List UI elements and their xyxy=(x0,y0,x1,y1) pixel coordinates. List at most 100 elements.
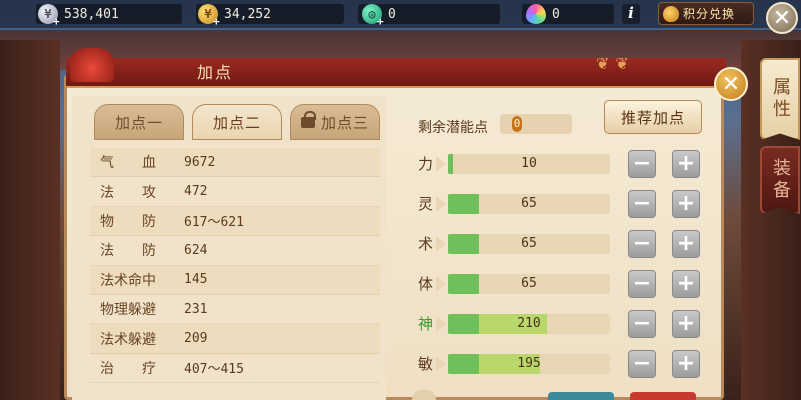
tab-plan-3-label: 加点三 xyxy=(320,113,369,132)
silver-amount: 538,401 xyxy=(64,6,119,22)
stat-label: 法术躲避 xyxy=(100,331,156,348)
tab-plan-2[interactable]: 加点二 xyxy=(192,104,282,140)
stat-label: 物理躲避 xyxy=(100,302,156,319)
attr-value: 65 xyxy=(521,196,537,211)
side-tab-equipment[interactable]: 装备 xyxy=(760,146,800,214)
remaining-points-label: 剩余潜能点 xyxy=(418,120,488,136)
tab-plan-2-label: 加点二 xyxy=(212,113,261,132)
decrease-magic-button[interactable]: − xyxy=(628,230,656,258)
gold-currency[interactable]: ¥ + 34,252 xyxy=(198,3,271,28)
decrease-agility-button[interactable]: − xyxy=(628,350,656,378)
side-tab-attributes[interactable]: 属性 xyxy=(760,58,800,140)
tab-plan-1-label: 加点一 xyxy=(114,113,163,132)
stat-value: 145 xyxy=(184,272,208,288)
recommend-points-button[interactable]: 推荐加点 xyxy=(604,100,702,134)
plus-icon: + xyxy=(676,191,696,216)
add-gold-icon: + xyxy=(213,15,220,28)
attr-name: 敏 xyxy=(412,352,446,376)
tab-plan-3[interactable]: 加点三 xyxy=(290,104,380,140)
decrease-strength-button[interactable]: − xyxy=(628,150,656,178)
attr-name: 体 xyxy=(412,272,446,296)
increase-agility-button[interactable]: + xyxy=(672,350,700,378)
increase-spirit-button[interactable]: + xyxy=(672,190,700,218)
increase-magic-button[interactable]: + xyxy=(672,230,700,258)
stat-label: 法术命中 xyxy=(100,272,156,289)
decrease-spirit-button[interactable]: − xyxy=(628,190,656,218)
minus-icon: − xyxy=(632,191,652,216)
stat-row-magic-defense: 法 防 624 xyxy=(90,236,380,266)
stat-value: 209 xyxy=(184,331,208,347)
plus-icon: + xyxy=(676,151,696,176)
points-exchange-label: 积分兑换 xyxy=(683,7,736,21)
stat-row-hp: 气 血 9672 xyxy=(90,148,380,178)
attr-row-soul: 神 210 − + xyxy=(412,310,712,338)
attr-bar: 10 xyxy=(448,154,610,174)
plus-icon: + xyxy=(676,271,696,296)
attr-value: 210 xyxy=(517,316,541,331)
attr-name: 神 xyxy=(412,312,446,336)
stat-row-magic-dodge: 法术躲避 209 xyxy=(90,324,380,354)
minus-icon: − xyxy=(632,311,652,336)
stat-label: 法 防 xyxy=(100,243,156,260)
gem-icon xyxy=(526,4,546,24)
partial-teal-button[interactable] xyxy=(548,392,614,400)
minus-icon: − xyxy=(632,231,652,256)
info-icon[interactable]: i xyxy=(622,4,640,24)
tab-plan-1[interactable]: 加点一 xyxy=(94,104,184,140)
stat-row-magic-hit: 法术命中 145 xyxy=(90,265,380,295)
minus-icon: − xyxy=(632,351,652,376)
add-jade-icon: + xyxy=(377,15,384,28)
close-window-button[interactable]: ✕ xyxy=(766,2,798,34)
silver-currency[interactable]: ¥ + 538,401 xyxy=(38,3,119,28)
attr-bar: 195 xyxy=(448,354,610,374)
attr-bar: 210 xyxy=(448,314,610,334)
attr-row-spirit: 灵 65 − + xyxy=(412,190,712,218)
gem-currency[interactable]: 0 xyxy=(526,3,560,25)
plus-icon: + xyxy=(676,311,696,336)
stat-value: 472 xyxy=(184,184,208,200)
increase-soul-button[interactable]: + xyxy=(672,310,700,338)
attr-row-magic: 术 65 − + xyxy=(412,230,712,258)
plus-icon: + xyxy=(676,351,696,376)
stat-value: 9672 xyxy=(184,154,216,170)
stat-value: 231 xyxy=(184,301,208,317)
stat-label: 气 血 xyxy=(100,155,156,172)
attr-row-strength: 力 10 − + xyxy=(412,150,712,178)
lock-icon xyxy=(300,110,316,128)
pagoda-emblem-icon xyxy=(70,48,114,82)
attr-name: 术 xyxy=(412,232,446,256)
points-exchange-button[interactable]: 积分兑换 xyxy=(658,2,754,25)
partial-circle-button[interactable] xyxy=(412,390,436,400)
minus-icon: − xyxy=(632,271,652,296)
crane-ornament-icon: ❦❦ xyxy=(596,54,635,73)
add-silver-icon: + xyxy=(53,15,60,28)
point-plan-tabs: 加点一 加点二 加点三 xyxy=(94,104,380,140)
coin-bag-icon xyxy=(663,5,679,22)
attr-bar: 65 xyxy=(448,274,610,294)
attr-name: 力 xyxy=(412,152,446,176)
stat-row-magic-attack: 法 攻 472 xyxy=(90,177,380,207)
decrease-soul-button[interactable]: − xyxy=(628,310,656,338)
stat-row-healing: 治 疗 407～415 xyxy=(90,354,380,384)
jade-currency[interactable]: ◎ + 0 xyxy=(362,3,396,28)
minus-icon: − xyxy=(632,151,652,176)
increase-strength-button[interactable]: + xyxy=(672,150,700,178)
remaining-points-box xyxy=(500,114,572,134)
close-panel-button[interactable]: ✕ xyxy=(714,67,748,101)
stat-row-physical-defense: 物 防 617～621 xyxy=(90,206,380,237)
attr-value: 195 xyxy=(517,356,541,371)
attr-bar: 65 xyxy=(448,194,610,214)
increase-constitution-button[interactable]: + xyxy=(672,270,700,298)
stat-label: 物 防 xyxy=(100,213,156,230)
stat-list: 气 血 9672 法 攻 472 物 防 617～621 法 防 624 法术命… xyxy=(90,148,380,384)
stat-label: 法 攻 xyxy=(100,184,156,201)
decrease-constitution-button[interactable]: − xyxy=(628,270,656,298)
gold-amount: 34,252 xyxy=(224,6,271,22)
jade-amount: 0 xyxy=(388,6,396,22)
recommend-points-label: 推荐加点 xyxy=(620,108,685,127)
panel-title: 加点 xyxy=(196,63,233,82)
close-icon: ✕ xyxy=(721,71,741,97)
partial-red-button[interactable] xyxy=(630,392,696,400)
attr-bar: 65 xyxy=(448,234,610,254)
attr-row-agility: 敏 195 − + xyxy=(412,350,712,378)
